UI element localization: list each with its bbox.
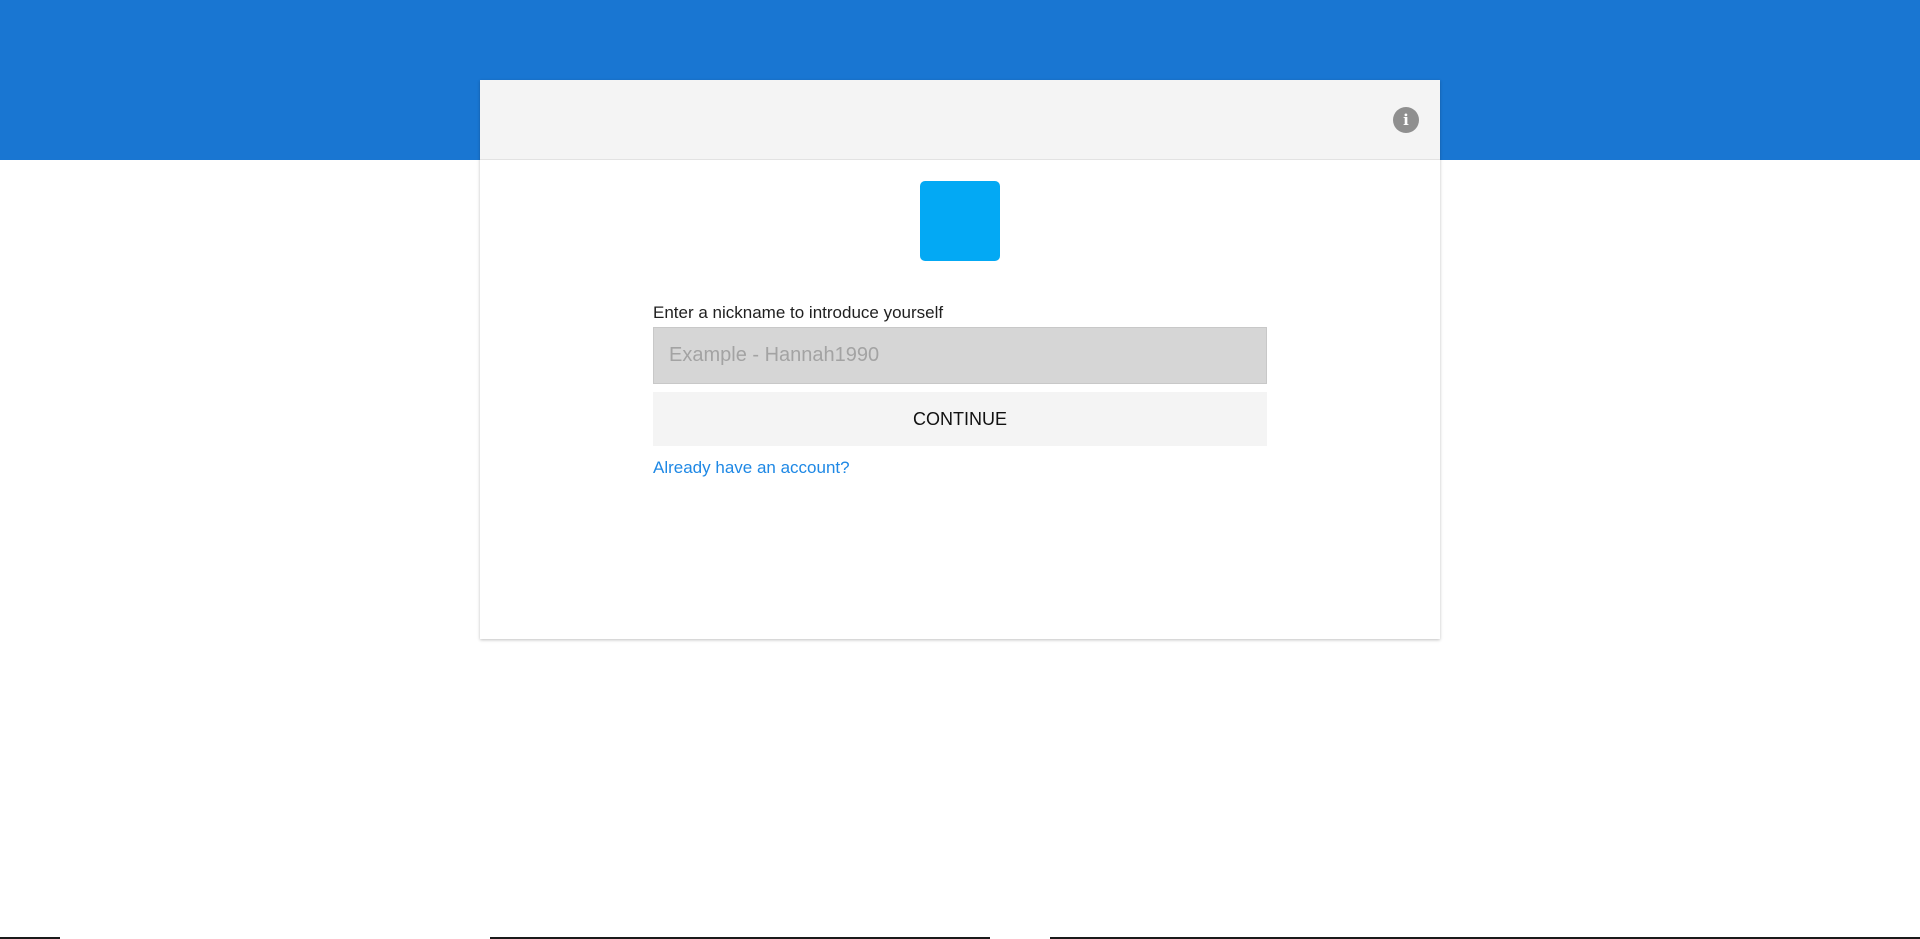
nickname-form: Enter a nickname to introduce yourself C… [653, 303, 1267, 478]
nickname-input[interactable] [653, 327, 1267, 384]
already-have-account-link[interactable]: Already have an account? [653, 458, 850, 478]
nickname-label: Enter a nickname to introduce yourself [653, 303, 944, 322]
continue-button[interactable]: CONTINUE [653, 392, 1267, 446]
card-header: i [480, 80, 1440, 160]
signup-card: i Enter a nickname to introduce yourself… [480, 80, 1440, 639]
app-logo [920, 181, 1000, 261]
info-icon[interactable]: i [1393, 107, 1419, 133]
